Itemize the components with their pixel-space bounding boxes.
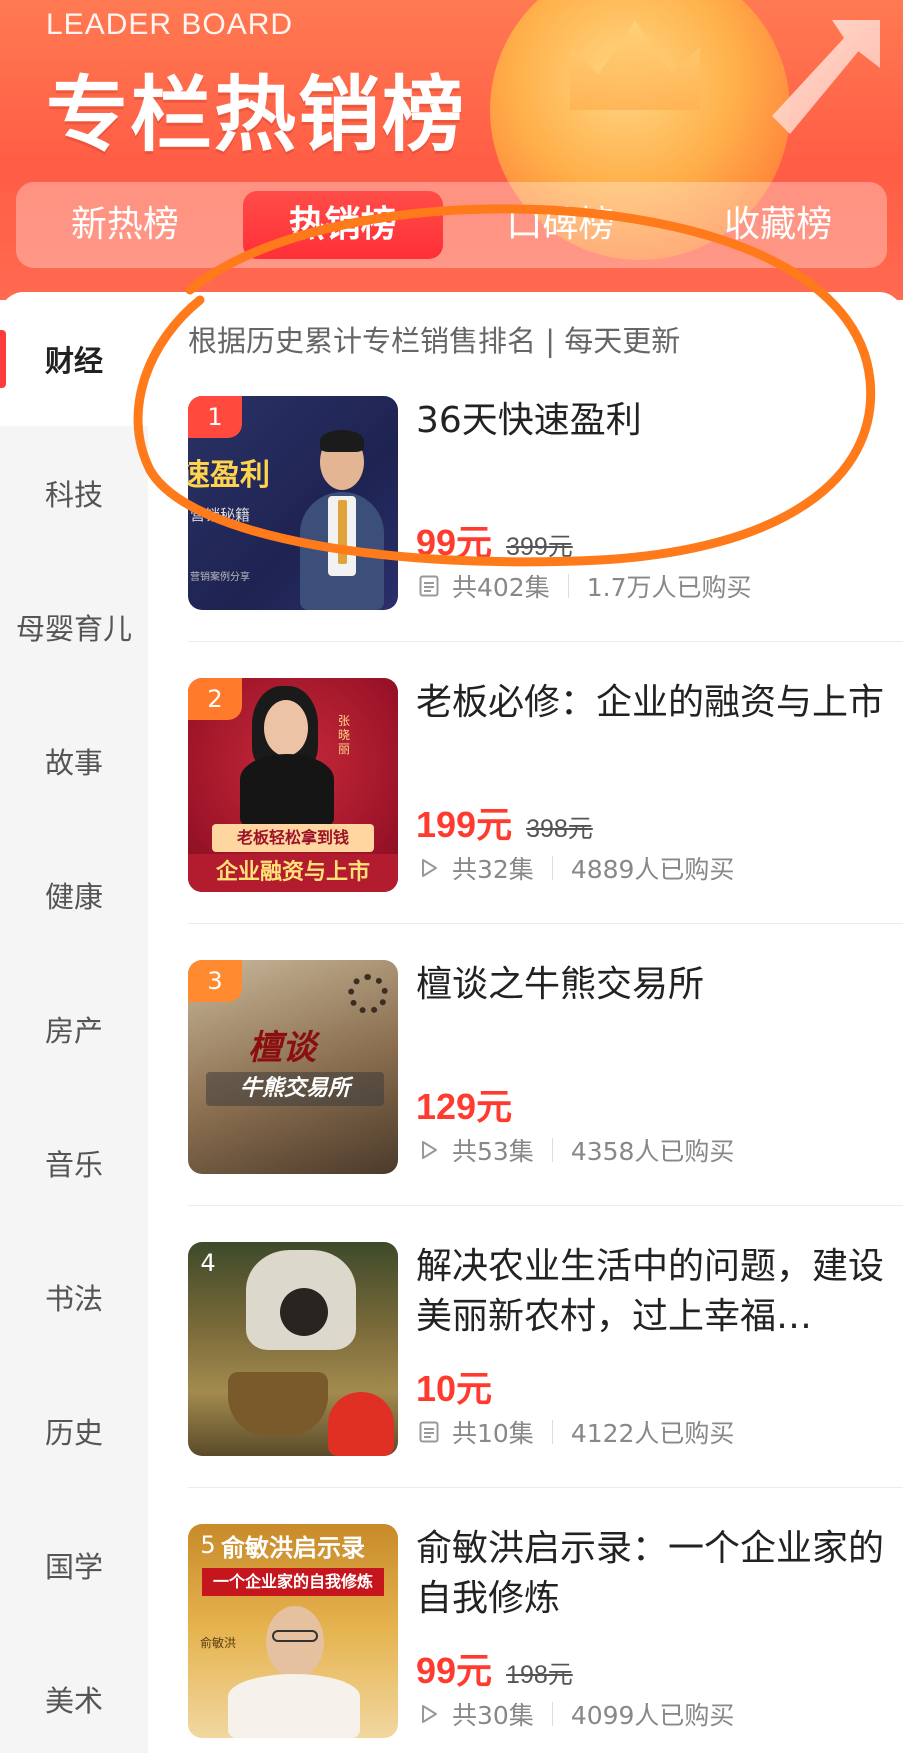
cover-text: 营销秘籍 — [190, 506, 251, 524]
list-item[interactable]: 俞敏洪启示录 一个企业家的自我修炼 俞敏洪 5 俞敏洪启示录：一个企业家的自我修… — [188, 1524, 902, 1738]
price-row: 10元 — [416, 1360, 492, 1412]
gear-icon — [348, 974, 388, 1014]
sidebar-item-tech[interactable]: 科技 — [0, 426, 148, 560]
original-price: 398元 — [526, 815, 593, 843]
episode-count: 共30集 — [452, 1701, 534, 1730]
rank-badge: 1 — [188, 396, 242, 438]
course-title[interactable]: 俞敏洪启示录：一个企业家的自我修炼 — [416, 1524, 902, 1624]
current-price: 99元 — [416, 522, 493, 563]
current-price: 99元 — [416, 1650, 493, 1691]
course-title[interactable]: 36天快速盈利 — [416, 396, 902, 446]
course-meta: 共32集 4889人已购买 — [416, 850, 734, 886]
category-sidebar: 财经 科技 母婴育儿 故事 健康 房产 音乐 书法 历史 国学 美术 — [0, 292, 148, 1753]
list-item[interactable]: 张晓丽 老板轻松拿到钱 企业融资与上市 2 老板必修：企业的融资与上市 199元… — [188, 678, 903, 924]
buyer-count: 4358人已购买 — [570, 1137, 735, 1166]
sidebar-item-art[interactable]: 美术 — [0, 1632, 148, 1753]
cover-text: 老板轻松拿到钱 — [212, 824, 374, 852]
current-price: 10元 — [416, 1368, 493, 1409]
course-title[interactable]: 檀谈之牛熊交易所 — [416, 960, 902, 1010]
play-icon — [416, 855, 442, 881]
sidebar-item-health[interactable]: 健康 — [0, 828, 148, 962]
price-row: 99元 198元 — [416, 1642, 573, 1694]
content-area: 财经 科技 母婴育儿 故事 健康 房产 音乐 书法 历史 国学 美术 根据历史累… — [0, 292, 903, 1753]
cover-text: 牛熊交易所 — [206, 1072, 384, 1106]
presenter-figure — [240, 754, 334, 826]
presenter-name: 张晓丽 — [338, 714, 351, 756]
tab-reputation[interactable]: 口碑榜 — [460, 191, 660, 259]
presenter-name: 俞敏洪 — [200, 1636, 237, 1650]
list-icon — [416, 573, 442, 599]
header-title-cn: 专栏热销榜 — [46, 68, 467, 163]
sidebar-item-stories[interactable]: 故事 — [0, 694, 148, 828]
sidebar-item-calligraphy[interactable]: 书法 — [0, 1230, 148, 1364]
tab-new-hot[interactable]: 新热榜 — [25, 191, 225, 259]
rank-badge: 3 — [188, 960, 242, 1002]
buyer-count: 4099人已购买 — [570, 1701, 735, 1730]
course-title[interactable]: 解决农业生活中的问题，建设美丽新农村，过上幸福… — [416, 1242, 902, 1342]
cover-text: 檀谈 — [248, 1028, 316, 1068]
ranking-tabs: 新热榜 热销榜 口碑榜 收藏榜 — [16, 182, 887, 268]
sidebar-item-realestate[interactable]: 房产 — [0, 962, 148, 1096]
episode-count: 共53集 — [452, 1137, 534, 1166]
meta-divider — [567, 574, 569, 598]
sidebar-item-parenting[interactable]: 母婴育儿 — [0, 560, 148, 694]
meta-divider — [551, 1138, 553, 1162]
tab-favorites[interactable]: 收藏榜 — [678, 191, 878, 259]
buyer-count: 1.7万人已购买 — [586, 573, 752, 602]
presenter-figure — [228, 1674, 360, 1738]
list-icon — [416, 1419, 442, 1445]
sidebar-item-sinology[interactable]: 国学 — [0, 1498, 148, 1632]
price-row: 129元 — [416, 1078, 512, 1130]
tab-best-selling[interactable]: 热销榜 — [242, 191, 443, 259]
play-icon — [416, 1137, 442, 1163]
buyer-count: 4889人已购买 — [570, 855, 735, 884]
cover-text: 速盈利 — [188, 458, 270, 493]
episode-count: 共10集 — [452, 1419, 534, 1448]
price-row: 99元 399元 — [416, 514, 573, 566]
meta-divider — [551, 1702, 553, 1726]
buyer-count: 4122人已购买 — [570, 1419, 735, 1448]
farmer-head — [280, 1288, 328, 1336]
rank-badge: 2 — [188, 678, 242, 720]
cover-text: 营销案例分享 — [190, 572, 250, 583]
list-item[interactable]: 檀谈 牛熊交易所 3 檀谈之牛熊交易所 129元 共53集 4358人已购买 — [188, 960, 903, 1206]
basket-shape — [228, 1372, 328, 1436]
meta-divider — [551, 856, 553, 880]
course-meta: 共10集 4122人已购买 — [416, 1414, 734, 1450]
list-item[interactable]: 4 解决农业生活中的问题，建设美丽新农村，过上幸福… 10元 共10集 4122… — [188, 1242, 903, 1488]
presenter-head — [266, 1606, 324, 1678]
original-price: 198元 — [506, 1661, 573, 1689]
cover-text: 一个企业家的自我修炼 — [202, 1568, 384, 1596]
tie-shape — [338, 500, 347, 564]
list-item[interactable]: 速盈利 营销秘籍 营销案例分享 1 36天快速盈利 99元 399元 共402集 — [188, 396, 903, 642]
cover-text: 企业融资与上市 — [188, 854, 398, 892]
play-icon — [416, 1701, 442, 1727]
current-price: 129元 — [416, 1086, 513, 1127]
list-subtitle: 根据历史累计专栏销售排名 | 每天更新 — [188, 324, 681, 358]
ranking-list: 根据历史累计专栏销售排名 | 每天更新 速盈利 营销秘籍 营销案例分享 1 36… — [148, 292, 903, 1753]
price-row: 199元 398元 — [416, 796, 593, 848]
presenter-hair — [320, 430, 364, 452]
episode-count: 共32集 — [452, 855, 534, 884]
course-meta: 共30集 4099人已购买 — [416, 1696, 734, 1732]
rank-badge: 4 — [200, 1249, 216, 1277]
sidebar-item-music[interactable]: 音乐 — [0, 1096, 148, 1230]
glasses-shape — [272, 1630, 318, 1642]
presenter-head — [264, 700, 308, 756]
course-meta: 共53集 4358人已购买 — [416, 1132, 734, 1168]
header-title-en: LEADER BOARD — [46, 8, 294, 41]
original-price: 399元 — [506, 533, 573, 561]
leaderboard-header: LEADER BOARD 专栏热销榜 新热榜 热销榜 口碑榜 收藏榜 — [0, 0, 903, 300]
course-title[interactable]: 老板必修：企业的融资与上市 — [416, 678, 902, 728]
rank-badge: 5 — [200, 1531, 216, 1559]
episode-count: 共402集 — [452, 573, 550, 602]
meta-divider — [551, 1420, 553, 1444]
current-price: 199元 — [416, 804, 513, 845]
sidebar-item-finance[interactable]: 财经 — [0, 292, 148, 426]
bucket-shape — [328, 1392, 394, 1456]
sidebar-item-history[interactable]: 历史 — [0, 1364, 148, 1498]
course-meta: 共402集 1.7万人已购买 — [416, 568, 751, 604]
